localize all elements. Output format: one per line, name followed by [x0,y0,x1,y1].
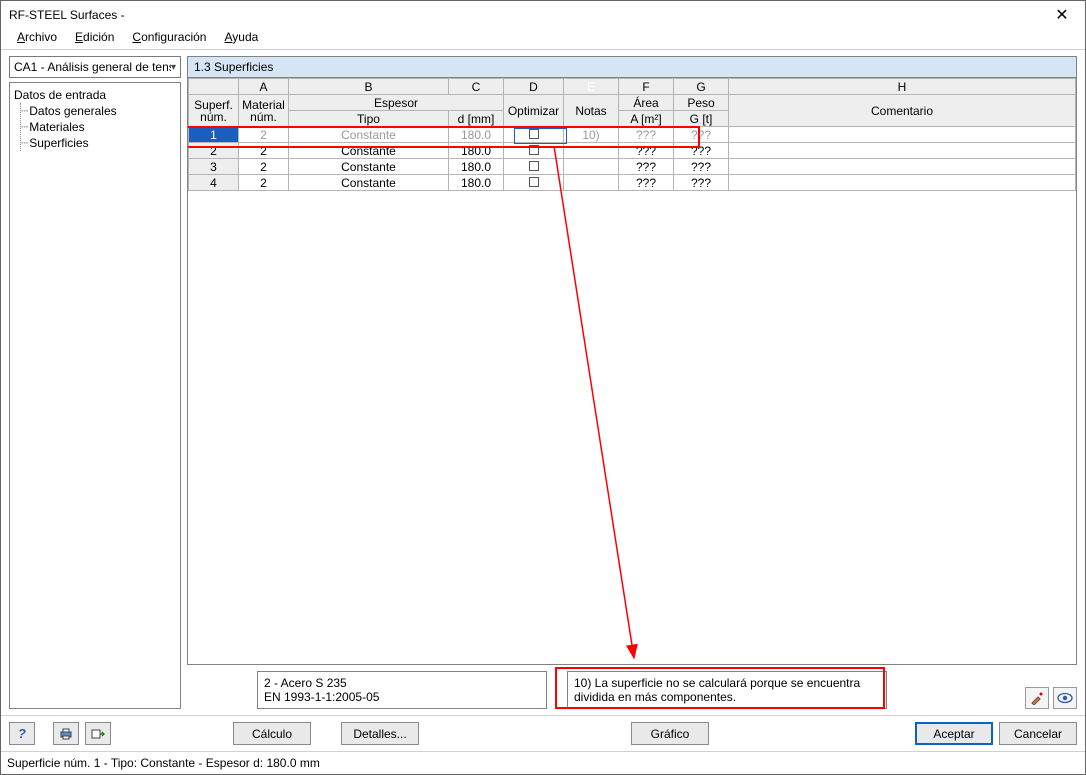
surfaces-grid[interactable]: A B C D E F G H Superf.núm. Materialnúm.… [187,77,1077,665]
tree-item-superficies[interactable]: ┄Superficies [21,135,178,151]
grafico-button[interactable]: Gráfico [631,722,709,745]
nav-tree: Datos de entrada ┄Datos generales ┄Mater… [9,82,181,709]
tree-item-datos-generales[interactable]: ┄Datos generales [21,103,178,119]
note-info-box: 10) La superficie no se calculará porque… [567,671,887,709]
section-title: 1.3 Superficies [187,56,1077,77]
tree-root[interactable]: Datos de entrada [12,87,178,103]
menu-help[interactable]: Ayuda [216,28,266,46]
checkbox-icon[interactable] [529,129,539,139]
eye-icon[interactable] [1053,687,1077,709]
checkbox-icon[interactable] [529,177,539,187]
menu-config[interactable]: Configuración [124,28,214,46]
chevron-down-icon: ▾ [171,62,176,73]
aceptar-button[interactable]: Aceptar [915,722,993,745]
grid-header-row1: Superf.núm. Materialnúm. Espesor Optimiz… [189,95,1076,111]
menubar: Archivo Edición Configuración Ayuda [1,29,1085,49]
tree-item-materiales[interactable]: ┄Materiales [21,119,178,135]
bottom-bar: ? Cálculo Detalles... Gráfico Aceptar Ca… [1,715,1085,751]
status-bar: Superficie núm. 1 - Tipo: Constante - Es… [1,751,1085,774]
menu-file[interactable]: Archivo [9,28,65,46]
load-case-combo[interactable]: CA1 - Análisis general de tensio ▾ [9,56,181,78]
cancelar-button[interactable]: Cancelar [999,722,1077,745]
table-row[interactable]: 2 2 Constante 180.0 ??? ??? [189,143,1076,159]
titlebar: RF-STEEL Surfaces - ✕ [1,1,1085,29]
combo-value: CA1 - Análisis general de tensio [14,60,171,74]
help-icon[interactable]: ? [9,722,35,745]
window-title: RF-STEEL Surfaces - [9,8,1039,22]
detalles-button[interactable]: Detalles... [341,722,419,745]
pick-icon[interactable] [1025,687,1049,709]
close-icon[interactable]: ✕ [1039,1,1085,29]
table-row[interactable]: 4 2 Constante 180.0 ??? ??? [189,175,1076,191]
info-row: 2 - Acero S 235 EN 1993-1-1:2005-05 10) … [187,671,1077,709]
table-row[interactable]: 3 2 Constante 180.0 ??? ??? [189,159,1076,175]
table-row[interactable]: 1 2 Constante 180.0 10) ??? ??? [189,127,1076,143]
menu-edit[interactable]: Edición [67,28,122,46]
material-info-box: 2 - Acero S 235 EN 1993-1-1:2005-05 [257,671,547,709]
checkbox-icon[interactable] [529,145,539,155]
calculo-button[interactable]: Cálculo [233,722,311,745]
checkbox-icon[interactable] [529,161,539,171]
grid-letters-row: A B C D E F G H [189,79,1076,95]
export-icon[interactable] [85,722,111,745]
print-icon[interactable] [53,722,79,745]
